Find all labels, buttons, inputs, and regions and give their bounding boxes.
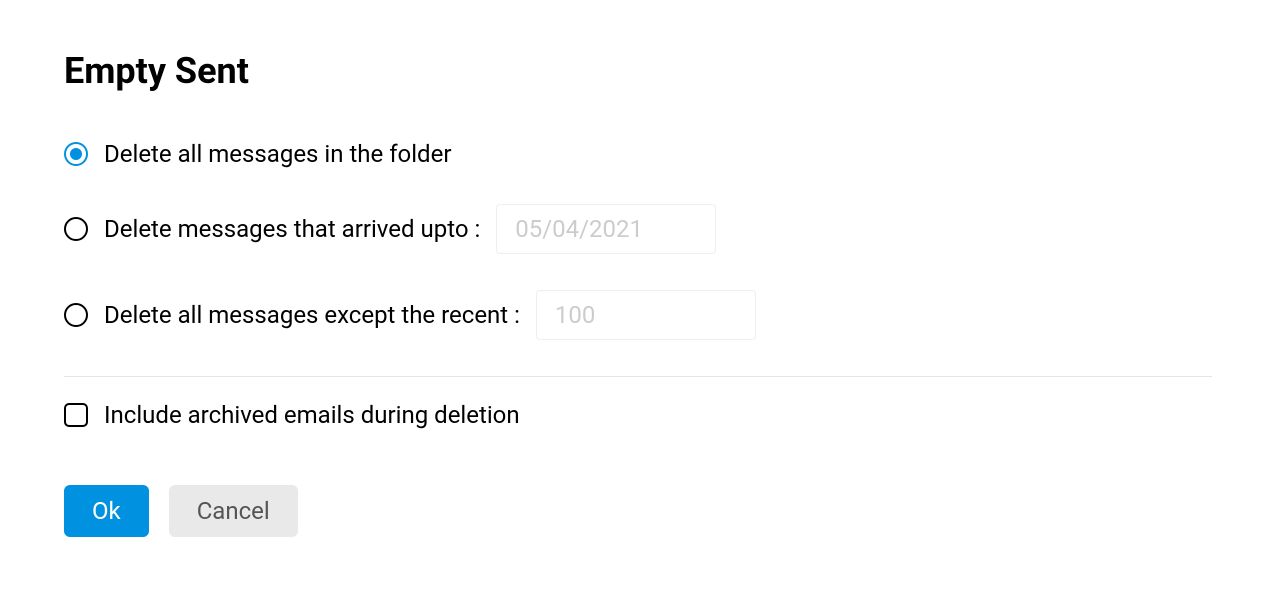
checkbox-include-archived[interactable]: [64, 403, 88, 427]
label-include-archived: Include archived emails during deletion: [104, 401, 520, 429]
dialog-title: Empty Sent: [64, 50, 1212, 92]
option-delete-except-recent: Delete all messages except the recent :: [64, 290, 1212, 340]
label-delete-all: Delete all messages in the folder: [104, 140, 451, 168]
date-input[interactable]: [496, 204, 716, 254]
option-delete-all: Delete all messages in the folder: [64, 140, 1212, 168]
divider: [64, 376, 1212, 377]
option-include-archived: Include archived emails during deletion: [64, 401, 1212, 429]
option-delete-upto: Delete messages that arrived upto :: [64, 204, 1212, 254]
empty-sent-dialog: Empty Sent Delete all messages in the fo…: [0, 0, 1276, 592]
cancel-button[interactable]: Cancel: [169, 485, 298, 537]
label-delete-except-recent: Delete all messages except the recent :: [104, 301, 520, 329]
button-row: Ok Cancel: [64, 485, 1212, 537]
ok-button[interactable]: Ok: [64, 485, 149, 537]
radio-dot-icon: [70, 148, 82, 160]
radio-delete-all[interactable]: [64, 142, 88, 166]
label-delete-upto: Delete messages that arrived upto :: [104, 215, 480, 243]
radio-delete-upto[interactable]: [64, 217, 88, 241]
count-input[interactable]: [536, 290, 756, 340]
radio-delete-except-recent[interactable]: [64, 303, 88, 327]
